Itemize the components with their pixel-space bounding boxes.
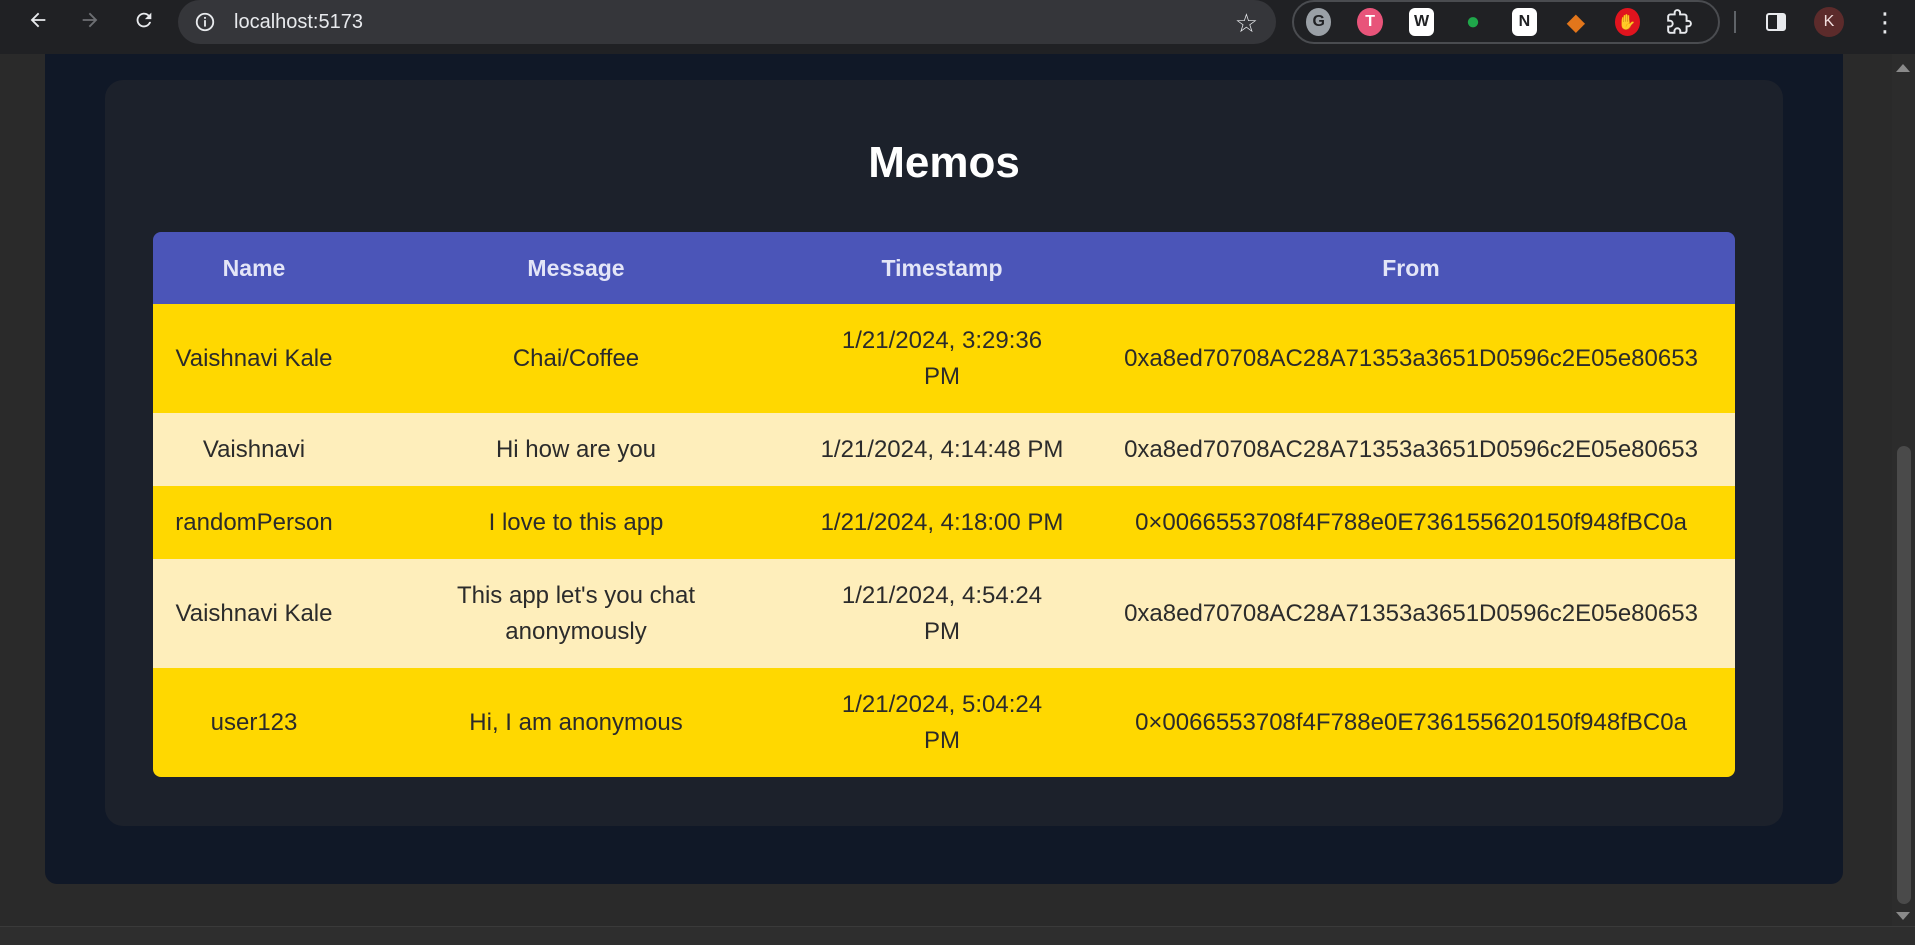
todoist-icon[interactable]: T (1357, 8, 1383, 36)
cell-timestamp: 1/21/2024, 5:04:24 PM (797, 668, 1087, 777)
cell-timestamp: 1/21/2024, 4:14:48 PM (797, 413, 1087, 486)
cell-message: Hi how are you (355, 413, 797, 486)
cell-name: Vaishnavi Kale (153, 559, 355, 668)
cell-timestamp: 1/21/2024, 3:29:36 PM (797, 304, 1087, 413)
address-bar[interactable]: localhost:5173 ☆ (178, 0, 1276, 44)
table-row: randomPerson I love to this app 1/21/202… (153, 486, 1735, 559)
forward-button[interactable] (70, 0, 110, 40)
header-timestamp: Timestamp (797, 232, 1087, 304)
menu-kebab-icon[interactable]: ⋮ (1872, 0, 1898, 44)
wikipedia-icon[interactable]: W (1408, 8, 1435, 36)
browser-toolbar: localhost:5173 ☆ G T W ● N ◆ ✋ K ⋮ (0, 0, 1915, 54)
table-header-row: Name Message Timestamp From (153, 232, 1735, 304)
extensions-group: G T W ● N ◆ ✋ (1292, 0, 1720, 44)
cell-from: 0×0066553708f4F788e0E736155620150f948fBC… (1087, 486, 1735, 559)
scroll-up-arrow-icon[interactable] (1896, 64, 1910, 72)
bookmark-star-icon[interactable]: ☆ (1235, 8, 1258, 39)
cell-from: 0×0066553708f4F788e0E736155620150f948fBC… (1087, 668, 1735, 777)
side-panel-icon (1766, 13, 1786, 31)
evernote-icon[interactable]: ● (1460, 8, 1485, 36)
arrow-right-icon (82, 12, 98, 28)
reload-button[interactable] (124, 0, 164, 40)
grammarly-icon[interactable]: G (1306, 8, 1332, 36)
cell-message: This app let's you chat anonymously (355, 559, 797, 668)
cell-name: Vaishnavi (153, 413, 355, 486)
notion-icon[interactable]: N (1511, 8, 1538, 36)
back-button[interactable] (18, 0, 58, 40)
memos-card: Memos Name Message Timestamp From Vaishn… (105, 80, 1783, 826)
cell-from: 0xa8ed70708AC28A71353a3651D0596c2E05e806… (1087, 304, 1735, 413)
page-title: Memos (868, 138, 1020, 187)
table-row: Vaishnavi Hi how are you 1/21/2024, 4:14… (153, 413, 1735, 486)
cell-timestamp: 1/21/2024, 4:18:00 PM (797, 486, 1087, 559)
scrollbar-thumb[interactable] (1897, 446, 1911, 904)
header-name: Name (153, 232, 355, 304)
divider (1734, 0, 1736, 44)
cell-timestamp: 1/21/2024, 4:54:24 PM (797, 559, 1087, 668)
cell-message: Hi, I am anonymous (355, 668, 797, 777)
avatar[interactable]: K (1814, 7, 1844, 37)
os-taskbar (0, 926, 1915, 945)
reload-icon (136, 12, 152, 28)
cell-message: Chai/Coffee (355, 304, 797, 413)
scroll-down-arrow-icon[interactable] (1896, 912, 1910, 920)
cell-name: Vaishnavi Kale (153, 304, 355, 413)
arrow-left-icon (30, 12, 46, 28)
cell-from: 0xa8ed70708AC28A71353a3651D0596c2E05e806… (1087, 413, 1735, 486)
table-row: Vaishnavi Kale Chai/Coffee 1/21/2024, 3:… (153, 304, 1735, 413)
header-from: From (1087, 232, 1735, 304)
app-container: Memos Name Message Timestamp From Vaishn… (45, 54, 1843, 884)
extensions-puzzle-icon[interactable] (1666, 8, 1692, 36)
side-panel-button[interactable] (1764, 0, 1788, 44)
site-info-icon[interactable] (192, 9, 218, 35)
profile-button[interactable]: K (1814, 0, 1844, 44)
cell-name: randomPerson (153, 486, 355, 559)
page-viewport: Memos Name Message Timestamp From Vaishn… (0, 54, 1892, 926)
table-row: user123 Hi, I am anonymous 1/21/2024, 5:… (153, 668, 1735, 777)
metamask-icon[interactable]: ◆ (1563, 8, 1588, 36)
adblock-icon[interactable]: ✋ (1614, 8, 1640, 36)
header-message: Message (355, 232, 797, 304)
cell-from: 0xa8ed70708AC28A71353a3651D0596c2E05e806… (1087, 559, 1735, 668)
cell-message: I love to this app (355, 486, 797, 559)
url-text[interactable]: localhost:5173 (234, 11, 363, 34)
table-row: Vaishnavi Kale This app let's you chat a… (153, 559, 1735, 668)
memos-table: Name Message Timestamp From Vaishnavi Ka… (153, 232, 1735, 777)
cell-name: user123 (153, 668, 355, 777)
vertical-scrollbar[interactable] (1892, 54, 1915, 926)
